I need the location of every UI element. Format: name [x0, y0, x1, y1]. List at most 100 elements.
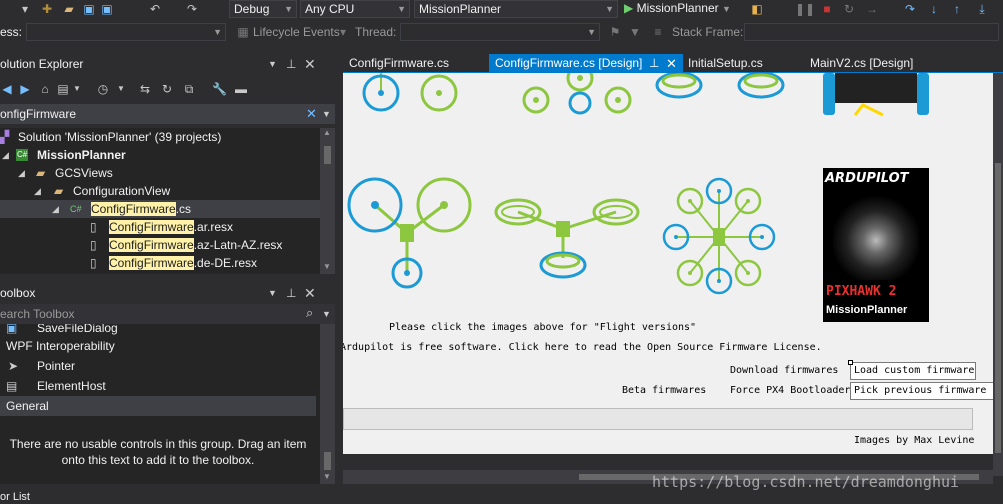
- scroll-down-icon[interactable]: ▼: [323, 262, 331, 271]
- properties-icon[interactable]: 🔧: [212, 82, 227, 96]
- save-icon[interactable]: ▣: [82, 2, 96, 16]
- frame-image-top-1[interactable]: [362, 73, 458, 112]
- restart-icon[interactable]: ↻: [842, 2, 856, 16]
- stop-icon[interactable]: ■: [820, 2, 834, 16]
- process-select[interactable]: ▼: [26, 23, 226, 41]
- start-button[interactable]: ▶ MissionPlanner ▼: [624, 0, 731, 18]
- tree-scrollbar[interactable]: ▲ ▼: [320, 128, 335, 274]
- pause-icon[interactable]: ❚❚: [795, 2, 815, 16]
- scrollbar-thumb[interactable]: [324, 146, 331, 164]
- configuration-select[interactable]: Debug ▼: [229, 0, 297, 18]
- frame-image-octo[interactable]: [662, 177, 776, 295]
- toolbox-group-general[interactable]: General: [0, 396, 316, 416]
- redo-icon[interactable]: ↷: [185, 2, 199, 16]
- close-icon[interactable]: ✕: [304, 54, 316, 74]
- scroll-up-icon[interactable]: ▲: [323, 128, 331, 137]
- tree-row-solution[interactable]: ▞ Solution 'MissionPlanner' (39 projects…: [0, 128, 320, 146]
- error-list-tab[interactable]: or List: [0, 490, 30, 504]
- tree-row-folder[interactable]: ◢ ▰ GCSViews: [0, 164, 320, 182]
- new-project-icon[interactable]: ✚: [40, 2, 54, 16]
- search-icon[interactable]: ⌕: [306, 305, 313, 321]
- load-custom-firmware-button[interactable]: Load custom firmware: [850, 362, 976, 380]
- pin-icon[interactable]: ⊥: [649, 54, 659, 73]
- tree-row-file-selected[interactable]: ◢ C# ConfigFirmware.cs: [0, 200, 320, 218]
- toolbox-search[interactable]: earch Toolbox ⌕ ▼: [0, 304, 335, 324]
- download-firmwares-link[interactable]: Download firmwares: [730, 365, 838, 376]
- pick-previous-firmware-button[interactable]: Pick previous firmware: [850, 382, 993, 400]
- force-bootloader-link[interactable]: Force PX4 Bootloader: [730, 385, 850, 396]
- toolbox-scrollbar[interactable]: ▼: [320, 324, 335, 484]
- beta-firmwares-link[interactable]: Beta firmwares: [622, 385, 706, 396]
- save-all-icon[interactable]: ▣: [100, 2, 114, 16]
- expand-arrow-icon[interactable]: ◢: [52, 200, 59, 218]
- toolbar-menu-icon[interactable]: ▾: [18, 2, 32, 16]
- preview-icon[interactable]: ▬: [234, 82, 248, 96]
- lifecycle-icon[interactable]: ▦: [236, 25, 250, 39]
- toolbox-item[interactable]: ▤ ElementHost: [0, 376, 316, 396]
- chevron-down-icon[interactable]: ▼: [322, 306, 331, 322]
- browser-link-icon[interactable]: ◧: [750, 2, 764, 16]
- designer-vscrollbar[interactable]: [993, 73, 1003, 476]
- frame-image-top-3[interactable]: [655, 73, 785, 99]
- scrollbar-thumb[interactable]: [324, 452, 331, 470]
- expand-arrow-icon[interactable]: ◢: [18, 164, 25, 182]
- step-out-icon[interactable]: ↑: [950, 2, 964, 16]
- home-icon[interactable]: ⌂: [38, 82, 52, 96]
- show-next-statement-icon[interactable]: →: [865, 2, 879, 16]
- collapse-all-icon[interactable]: ⧉: [182, 82, 196, 96]
- platform-select[interactable]: Any CPU ▼: [300, 0, 410, 18]
- back-icon[interactable]: ◀: [0, 82, 14, 96]
- solution-search[interactable]: onfigFirmware ✕ ▼: [0, 104, 335, 124]
- pin-icon[interactable]: ⊥: [286, 54, 296, 74]
- step-icon[interactable]: ⤓: [975, 2, 989, 16]
- license-link[interactable]: Ardupilot is free software. Click here t…: [343, 342, 822, 353]
- tree-row-project[interactable]: ◢ C# MissionPlanner: [0, 146, 320, 164]
- pin-icon[interactable]: ⊥: [286, 283, 296, 303]
- tree-row-file[interactable]: ▯ ConfigFirmware.de-DE.resx: [0, 254, 320, 272]
- toolbox-search-input[interactable]: earch Toolbox: [0, 306, 75, 322]
- chevron-down-icon[interactable]: ▼: [322, 106, 331, 122]
- flag-icon[interactable]: ⚑: [608, 25, 622, 39]
- chevron-down-icon[interactable]: ▼: [114, 82, 128, 96]
- pixhawk-image[interactable]: ARDUPILOT PIXHAWK 2 MissionPlanner: [823, 168, 929, 322]
- toolbox-item[interactable]: ➤ Pointer: [0, 356, 316, 376]
- heli-image[interactable]: [823, 73, 929, 117]
- stack-icon[interactable]: ≡: [651, 25, 665, 39]
- close-icon[interactable]: ✕: [304, 283, 316, 303]
- chevron-down-icon[interactable]: ▼: [70, 82, 84, 96]
- filter-icon[interactable]: ▼: [628, 25, 642, 39]
- open-folder-icon[interactable]: ▰: [62, 2, 76, 16]
- tree-row-file[interactable]: ▯ ConfigFirmware.ar.resx: [0, 218, 320, 236]
- frame-image-tri[interactable]: [347, 177, 472, 289]
- undo-icon[interactable]: ↶: [148, 2, 162, 16]
- expand-arrow-icon[interactable]: ◢: [34, 182, 41, 200]
- chevron-down-icon[interactable]: ▼: [268, 283, 277, 303]
- tab-initialsetup-cs[interactable]: InitialSetup.cs: [682, 54, 769, 73]
- frame-image-y6[interactable]: [494, 198, 640, 279]
- pending-changes-icon[interactable]: ◷: [96, 82, 110, 96]
- expand-arrow-icon[interactable]: ◢: [2, 146, 9, 164]
- tab-mainv2-design[interactable]: MainV2.cs [Design]: [804, 54, 919, 73]
- close-icon[interactable]: ✕: [666, 54, 677, 73]
- frame-image-top-2[interactable]: [522, 73, 632, 115]
- refresh-icon[interactable]: ↻: [160, 82, 174, 96]
- clear-search-icon[interactable]: ✕: [306, 106, 317, 122]
- startup-project-select[interactable]: MissionPlanner ▼: [414, 0, 618, 18]
- solution-search-input[interactable]: onfigFirmware: [0, 106, 76, 122]
- forward-icon[interactable]: ▶: [18, 82, 32, 96]
- toolbox-group[interactable]: WPF Interoperability: [0, 336, 316, 356]
- scrollbar-thumb[interactable]: [995, 163, 1001, 453]
- step-into-icon[interactable]: ↓: [927, 2, 941, 16]
- tab-configfirmware-design[interactable]: ConfigFirmware.cs [Design] ⊥ ✕: [489, 54, 683, 73]
- views-icon[interactable]: ▤: [56, 82, 70, 96]
- tree-row-file[interactable]: ▯ ConfigFirmware.az-Latn-AZ.resx: [0, 236, 320, 254]
- selection-handle[interactable]: [848, 360, 853, 365]
- scroll-down-icon[interactable]: ▼: [323, 472, 331, 481]
- chevron-down-icon[interactable]: ▼: [268, 54, 277, 74]
- thread-select[interactable]: ▼: [400, 23, 600, 41]
- tree-row-folder[interactable]: ◢ ▰ ConfigurationView: [0, 182, 320, 200]
- tab-configfirmware-cs[interactable]: ConfigFirmware.cs: [343, 54, 455, 73]
- sync-icon[interactable]: ⇆: [138, 82, 152, 96]
- stack-frame-select[interactable]: [744, 23, 999, 41]
- step-over-icon[interactable]: ↷: [903, 2, 917, 16]
